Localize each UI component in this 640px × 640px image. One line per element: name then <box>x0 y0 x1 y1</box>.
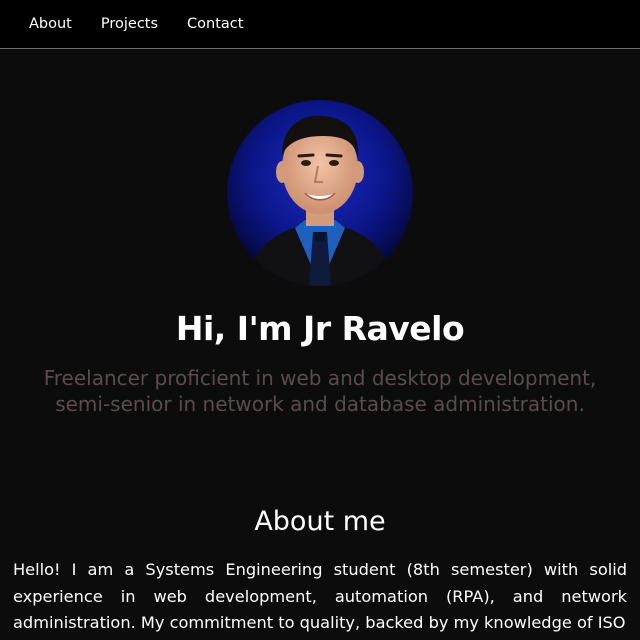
about-heading: About me <box>254 506 386 537</box>
hero-title: Hi, I'm Jr Ravelo <box>175 309 465 348</box>
top-navbar: About Projects Contact <box>0 0 640 49</box>
hero-subtitle: Freelancer proficient in web and desktop… <box>43 366 597 416</box>
profile-avatar <box>227 100 413 286</box>
about-paragraph: Hello! I am a Systems Engineering studen… <box>13 560 627 632</box>
hero-section: Hi, I'm Jr Ravelo Freelancer proficient … <box>0 49 640 539</box>
nav-link-contact[interactable]: Contact <box>187 17 243 32</box>
nav-link-projects[interactable]: Projects <box>101 17 158 32</box>
nav-link-about[interactable]: About <box>29 17 72 32</box>
